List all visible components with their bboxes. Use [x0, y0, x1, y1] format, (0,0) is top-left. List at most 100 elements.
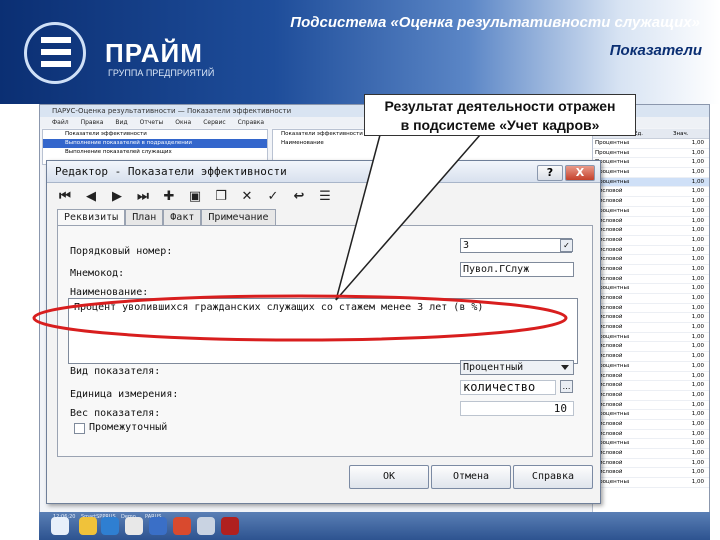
table-cell — [629, 401, 673, 410]
tree-item[interactable]: Показатели эффективности — [43, 130, 267, 139]
list-icon[interactable]: ☰ — [315, 187, 335, 207]
table-row[interactable]: Числовой 1,00 — [593, 246, 709, 256]
table-cell: 1,00 — [691, 324, 704, 331]
dialog-help-button[interactable]: Справка — [513, 465, 593, 489]
table-row[interactable]: Числовой 1,00 — [593, 449, 709, 459]
table-cell: Процентный — [595, 140, 629, 146]
table-row[interactable]: Числовой 1,00 — [593, 187, 709, 198]
table-row[interactable]: Процентный 1,00 — [593, 177, 709, 188]
app-icon[interactable] — [197, 517, 215, 535]
grid-column-header[interactable]: Ед. — [632, 129, 671, 138]
table-cell — [629, 468, 673, 477]
close-button[interactable]: X — [565, 165, 595, 181]
table-row[interactable]: Числовой 1,00 — [593, 197, 709, 207]
parus-icon[interactable] — [221, 517, 239, 535]
grid-column-header[interactable]: Знач. — [671, 129, 709, 138]
table-row[interactable]: Процентный 1,00 — [593, 333, 709, 343]
add-record-icon[interactable]: ✚ — [159, 187, 179, 207]
table-row[interactable]: Процентный 1,00 — [593, 158, 709, 169]
table-row[interactable]: Числовой 1,00 — [593, 342, 709, 353]
table-row[interactable]: Числовой 1,00 — [593, 313, 709, 324]
name-label: Наименование: — [70, 287, 149, 298]
table-row[interactable]: Числовой 1,00 — [593, 255, 709, 265]
table-row[interactable]: Числовой 1,00 — [593, 275, 709, 285]
intermediate-checkbox[interactable] — [74, 423, 85, 434]
weight-field[interactable]: 10 — [460, 401, 574, 416]
cancel-button[interactable]: Отмена — [431, 465, 511, 489]
table-row[interactable]: Числовой 1,00 — [593, 381, 709, 391]
next-record-icon[interactable]: ▶ — [107, 187, 127, 207]
table-row[interactable]: Числовой 1,00 — [593, 226, 709, 236]
table-row[interactable]: Процентный 1,00 — [593, 362, 709, 372]
table-row[interactable]: Числовой 1,00 — [593, 459, 709, 469]
kind-select[interactable]: Процентный — [460, 360, 574, 375]
table-row[interactable]: Процентный 1,00 — [593, 439, 709, 449]
menu-item[interactable]: Файл — [52, 117, 69, 128]
table-row[interactable]: Числовой 1,00 — [593, 304, 709, 314]
apply-check-icon[interactable]: ✓ — [263, 187, 283, 207]
menu-item[interactable]: Справка — [238, 117, 264, 128]
ok-button[interactable]: ОК — [349, 465, 429, 489]
ie-icon[interactable] — [101, 517, 119, 535]
tab-plan[interactable]: План — [125, 209, 164, 225]
media-icon[interactable] — [125, 517, 143, 535]
mnemo-field[interactable]: Пувол.ГСлуж — [460, 262, 574, 277]
table-cell — [629, 342, 673, 351]
save-icon[interactable]: ▣ — [185, 187, 205, 207]
tab-fact[interactable]: Факт — [163, 209, 202, 225]
unit-field[interactable]: количество — [460, 380, 556, 395]
table-cell — [629, 420, 673, 429]
name-textarea[interactable]: Процент уволившихся гражданских служащих… — [68, 298, 578, 364]
table-row[interactable]: Числовой 1,00 — [593, 468, 709, 479]
table-row[interactable]: Числовой 1,00 — [593, 217, 709, 227]
menu-item[interactable]: Отчеты — [140, 117, 164, 128]
table-cell: 1,00 — [691, 159, 704, 166]
start-icon[interactable] — [51, 517, 69, 535]
table-row[interactable]: Процентный 1,00 — [593, 284, 709, 294]
copy-icon[interactable]: ❐ — [211, 187, 231, 207]
help-button[interactable]: ? — [537, 165, 563, 181]
table-row[interactable]: Числовой 1,00 — [593, 236, 709, 246]
last-record-icon[interactable]: ⏭ — [133, 187, 153, 207]
prev-record-icon[interactable]: ◀ — [81, 187, 101, 207]
table-cell: 1,00 — [691, 140, 704, 146]
table-row[interactable]: Числовой 1,00 — [593, 372, 709, 382]
tree-item[interactable]: Выполнение показателей служащих — [43, 148, 267, 157]
table-cell: 1,00 — [691, 372, 704, 379]
order-field[interactable]: 3 — [460, 238, 572, 253]
table-row[interactable]: Процентный 1,00 — [593, 168, 709, 178]
table-row[interactable]: Процентный 1,00 — [593, 139, 709, 149]
order-check-icon[interactable]: ✓ — [560, 239, 573, 252]
undo-icon[interactable]: ↩ — [289, 187, 309, 207]
table-cell: Процентный — [595, 149, 629, 156]
table-row[interactable]: Числовой 1,00 — [593, 430, 709, 440]
table-row[interactable]: Числовой 1,00 — [593, 391, 709, 401]
word-icon[interactable] — [149, 517, 167, 535]
tab-requisites[interactable]: Реквизиты — [57, 209, 126, 226]
tab-note[interactable]: Примечание — [201, 209, 276, 225]
table-row[interactable]: Числовой 1,00 — [593, 265, 709, 275]
table-row[interactable]: Процентный 1,00 — [593, 478, 709, 488]
chrome-icon[interactable] — [173, 517, 191, 535]
menu-item[interactable]: Сервис — [203, 117, 225, 128]
delete-icon[interactable]: ✕ — [237, 187, 257, 207]
menu-item[interactable]: Вид — [115, 117, 127, 128]
table-row[interactable]: Числовой 1,00 — [593, 323, 709, 333]
menu-item[interactable]: Правка — [81, 117, 104, 128]
table-row[interactable]: Процентный 1,00 — [593, 149, 709, 159]
table-row[interactable]: Числовой 1,00 — [593, 352, 709, 362]
ellipsis-icon[interactable]: … — [560, 380, 573, 393]
first-record-icon[interactable]: ⏮ — [55, 187, 75, 207]
menu-item[interactable]: Окна — [175, 117, 191, 128]
table-row[interactable]: Числовой 1,00 — [593, 294, 709, 304]
folder-icon[interactable] — [79, 517, 97, 535]
table-row[interactable]: Процентный 1,00 — [593, 207, 709, 217]
table-cell: 1,00 — [691, 430, 704, 437]
table-row[interactable]: Процентный 1,00 — [593, 410, 709, 420]
table-row[interactable]: Числовой 1,00 — [593, 401, 709, 411]
tree-item-selected[interactable]: Выполнение показателей в подразделении — [43, 139, 267, 148]
table-cell: 1,00 — [691, 275, 704, 282]
dialog-title: Редактор - Показатели эффективности — [47, 161, 600, 183]
table-cell — [629, 459, 673, 468]
table-row[interactable]: Числовой 1,00 — [593, 420, 709, 430]
